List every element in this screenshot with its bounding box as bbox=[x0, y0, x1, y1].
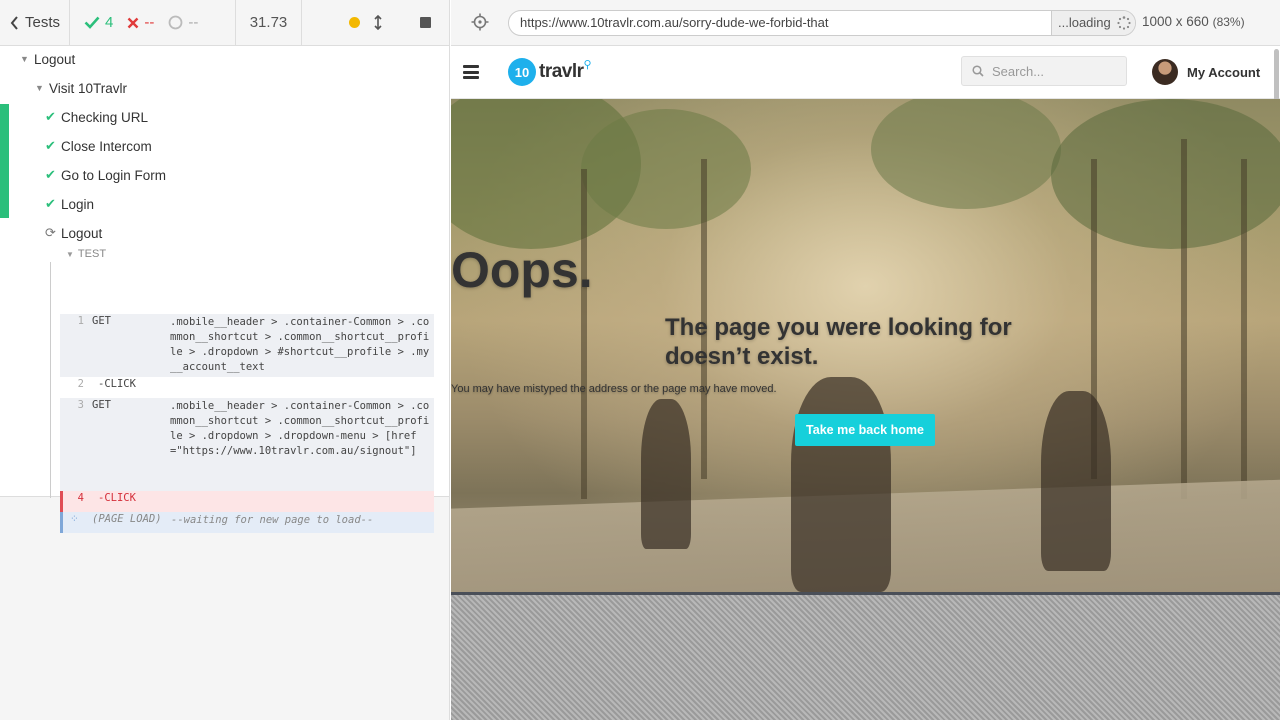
pending-count: -- bbox=[188, 14, 199, 31]
log-indent-line bbox=[50, 262, 51, 498]
search-input[interactable]: Search... bbox=[961, 56, 1127, 86]
command-row[interactable]: 1 GET .mobile__header > .container-Commo… bbox=[60, 314, 434, 377]
suite-item[interactable]: ▼ Logout bbox=[20, 48, 75, 70]
suite-label: Logout bbox=[34, 51, 76, 67]
command-row[interactable]: 2 -CLICK bbox=[60, 377, 434, 398]
command-message: .mobile__header > .container-Common > .c… bbox=[170, 316, 430, 373]
test-stats: 4 -- -- bbox=[70, 0, 236, 46]
check-icon: ✔ bbox=[45, 109, 56, 124]
test-item-running[interactable]: ⟳ Logout bbox=[45, 222, 102, 244]
failed-stat: -- bbox=[127, 14, 154, 31]
test-item[interactable]: ✔ Login bbox=[45, 193, 94, 215]
hero-section: Oops. The page you were looking for does… bbox=[451, 99, 1280, 592]
command-row[interactable]: 3 GET .mobile__header > .container-Commo… bbox=[60, 398, 434, 491]
pending-stat: -- bbox=[168, 14, 198, 31]
runner-header: Tests 4 -- -- 31.73 bbox=[0, 0, 449, 46]
caret-down-icon: ▼ bbox=[35, 83, 44, 93]
command-row-failed[interactable]: 4 -CLICK bbox=[60, 491, 434, 512]
command-row-page-load[interactable]: ⁘ (PAGE LOAD) --waiting for new page to … bbox=[60, 512, 434, 533]
auto-scroll-icon[interactable] bbox=[374, 15, 382, 30]
test-item[interactable]: ✔ Close Intercom bbox=[45, 135, 152, 157]
viewport-info[interactable]: 1000 x 660 (83%) bbox=[1142, 14, 1245, 29]
passed-stat: 4 bbox=[84, 14, 113, 31]
refresh-icon: ⟳ bbox=[45, 225, 56, 240]
passed-count: 4 bbox=[105, 14, 114, 31]
check-icon: ✔ bbox=[45, 196, 56, 211]
loading-indicator: ...loading bbox=[1051, 11, 1135, 35]
scooter-rider bbox=[791, 377, 891, 592]
run-timer: 31.73 bbox=[236, 0, 302, 46]
site-header: 10 travlr ⚲ Search... My Account bbox=[451, 47, 1280, 349]
aut-header: https://www.10travlr.com.au/sorry-dude-w… bbox=[451, 0, 1280, 46]
my-account-link[interactable]: My Account bbox=[1152, 59, 1260, 85]
viewport-size: 1000 x 660 bbox=[1142, 14, 1209, 29]
scooter-rider bbox=[1041, 391, 1111, 571]
test-label: Checking URL bbox=[61, 109, 149, 125]
url-text: https://www.10travlr.com.au/sorry-dude-w… bbox=[520, 15, 829, 30]
describe-label: Visit 10Travlr bbox=[49, 80, 128, 96]
search-placeholder: Search... bbox=[992, 63, 1045, 79]
chevron-left-icon bbox=[10, 15, 18, 30]
test-label: Login bbox=[61, 196, 95, 212]
take-me-home-button[interactable]: Take me back home bbox=[795, 414, 935, 446]
test-tree: ▼ Logout ▼ Visit 10Travlr ✔ Checking URL… bbox=[0, 46, 449, 533]
spinner-icon bbox=[1117, 16, 1131, 30]
passed-indicator-bar bbox=[0, 104, 9, 218]
test-item[interactable]: ✔ Checking URL bbox=[45, 106, 148, 128]
palm-foliage bbox=[581, 109, 751, 229]
logo-text: travlr bbox=[539, 61, 584, 82]
test-label: Go to Login Form bbox=[61, 167, 167, 183]
test-section-label[interactable]: ▼ TEST bbox=[66, 248, 106, 260]
avatar bbox=[1152, 59, 1178, 85]
error-message: You may have mistyped the address or the… bbox=[451, 383, 777, 395]
palm-foliage bbox=[871, 99, 1061, 209]
viewport-scale: (83%) bbox=[1212, 15, 1245, 29]
check-icon: ✔ bbox=[45, 167, 56, 182]
describe-item[interactable]: ▼ Visit 10Travlr bbox=[35, 77, 127, 99]
command-message: .mobile__header > .container-Common > .c… bbox=[170, 400, 430, 457]
search-icon bbox=[972, 65, 984, 77]
account-label: My Account bbox=[1187, 64, 1261, 80]
test-item[interactable]: ✔ Go to Login Form bbox=[45, 164, 166, 186]
tests-label: Tests bbox=[25, 14, 61, 31]
stop-icon[interactable] bbox=[420, 17, 431, 28]
running-indicator-icon bbox=[349, 17, 360, 28]
hamburger-menu-icon[interactable] bbox=[463, 65, 479, 79]
logo-mark: 10 bbox=[508, 58, 536, 86]
palm-trunk bbox=[1241, 159, 1247, 499]
aut-empty-area bbox=[451, 592, 1280, 720]
selector-playground-icon[interactable] bbox=[471, 13, 489, 31]
test-label: Logout bbox=[61, 225, 103, 241]
error-heading: Oops. bbox=[451, 242, 593, 298]
aut-iframe: 10 travlr ⚲ Search... My Account Oops. T… bbox=[451, 47, 1280, 592]
palm-trunk bbox=[1181, 139, 1187, 499]
url-bar[interactable]: https://www.10travlr.com.au/sorry-dude-w… bbox=[508, 10, 1136, 36]
site-logo[interactable]: 10 travlr ⚲ bbox=[508, 58, 592, 86]
spinner-icon: ⁘ bbox=[70, 513, 79, 525]
runner-panel: Tests 4 -- -- 31.73 ▼ Logout ▼ Visit 10T… bbox=[0, 0, 450, 720]
pending-circle-icon bbox=[168, 15, 183, 30]
error-subheading: The page you were looking for doesn’t ex… bbox=[665, 314, 1012, 370]
x-icon bbox=[127, 17, 139, 28]
tests-back-button[interactable]: Tests bbox=[0, 0, 70, 46]
check-icon: ✔ bbox=[45, 138, 56, 153]
runner-controls bbox=[302, 0, 449, 46]
test-label: Close Intercom bbox=[61, 138, 152, 154]
caret-down-icon: ▼ bbox=[20, 54, 29, 64]
caret-down-icon: ▼ bbox=[66, 250, 74, 259]
check-icon bbox=[84, 16, 100, 29]
scooter-rider bbox=[641, 399, 691, 549]
failed-count: -- bbox=[144, 14, 155, 31]
palm-trunk bbox=[581, 169, 587, 499]
location-pin-icon: ⚲ bbox=[583, 58, 592, 71]
